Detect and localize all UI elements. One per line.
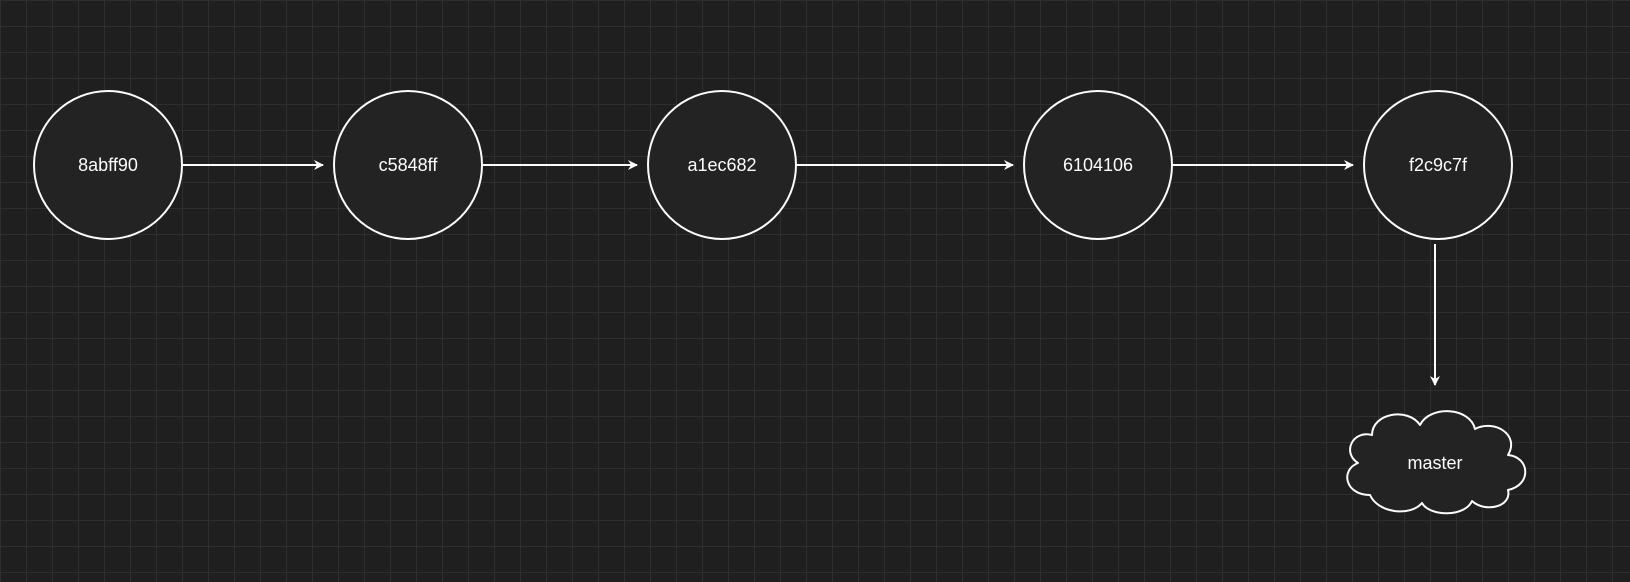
commit-hash: c5848ff bbox=[379, 155, 438, 176]
commit-node-0[interactable]: 8abff90 bbox=[33, 90, 183, 240]
commit-hash: f2c9c7f bbox=[1409, 155, 1467, 176]
commit-hash: 6104106 bbox=[1063, 155, 1133, 176]
commit-node-1[interactable]: c5848ff bbox=[333, 90, 483, 240]
diagram-canvas[interactable]: 8abff90 c5848ff a1ec682 6104106 f2c9c7f … bbox=[0, 0, 1630, 582]
branch-node[interactable]: master bbox=[1330, 395, 1540, 525]
branch-label: master bbox=[1407, 453, 1462, 474]
commit-node-3[interactable]: 6104106 bbox=[1023, 90, 1173, 240]
commit-hash: a1ec682 bbox=[687, 155, 756, 176]
commit-node-2[interactable]: a1ec682 bbox=[647, 90, 797, 240]
commit-node-4[interactable]: f2c9c7f bbox=[1363, 90, 1513, 240]
commit-hash: 8abff90 bbox=[78, 155, 138, 176]
